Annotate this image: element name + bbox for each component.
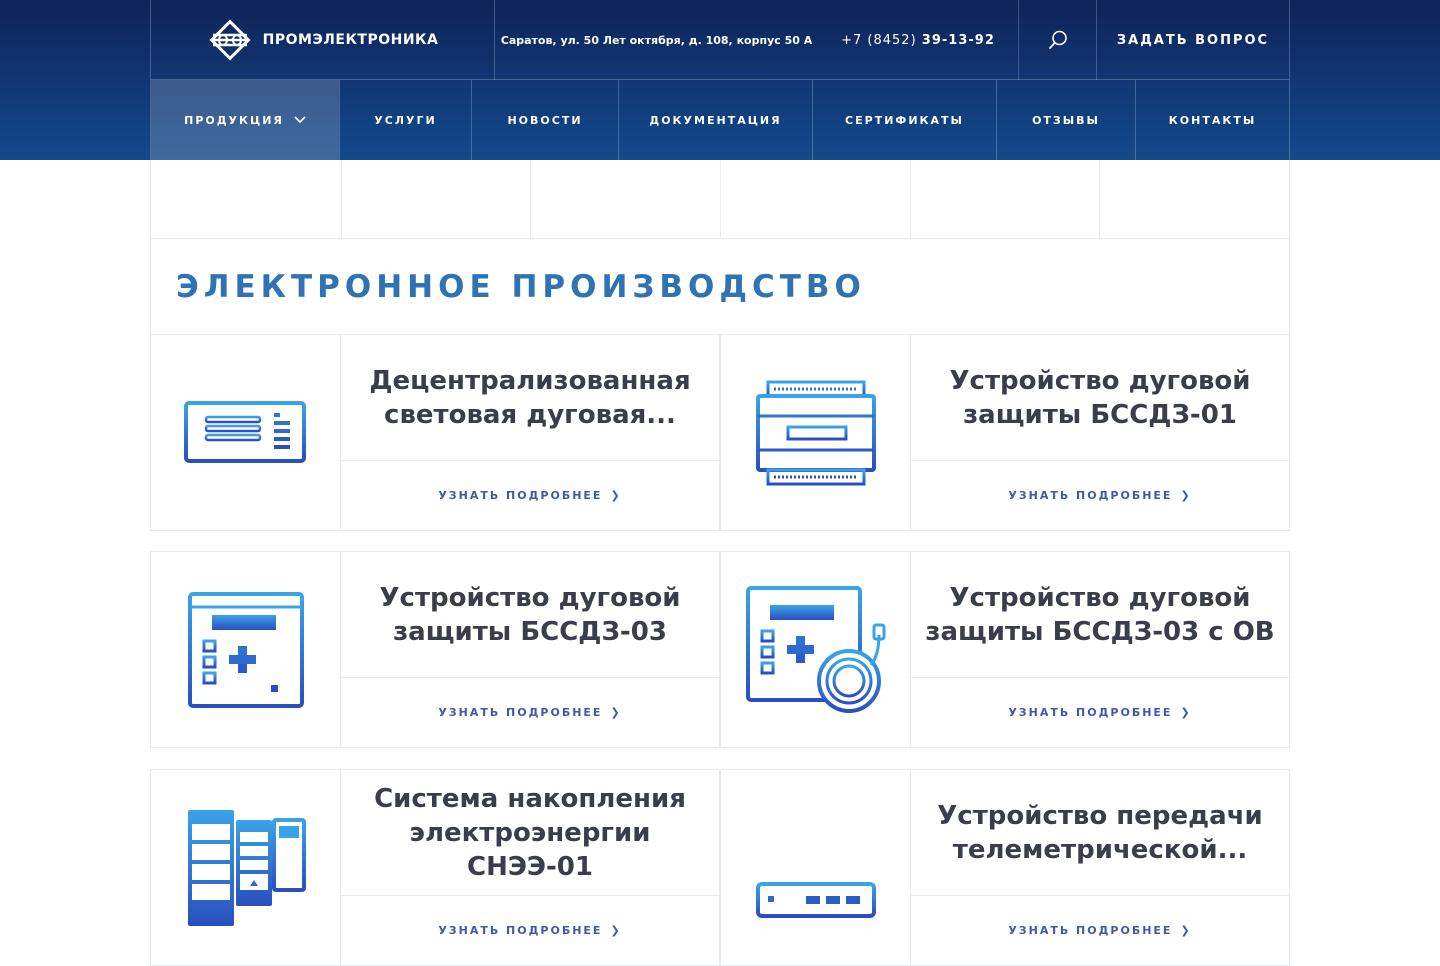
- header-inner: ПРОМЭЛЕКТРОНИКА Саратов, ул. 50 Лет октя…: [150, 0, 1290, 160]
- chevron-right-icon: ❯: [1180, 706, 1192, 719]
- nav-item-certificates[interactable]: СЕРТИФИКАТЫ: [812, 80, 996, 160]
- nav-item-reviews[interactable]: ОТЗЫВЫ: [996, 80, 1135, 160]
- product-image[interactable]: [721, 335, 911, 530]
- product-title-box: Устройство дуговой защиты БССДЗ-03 с ОВ: [911, 552, 1289, 678]
- product-image[interactable]: [151, 552, 341, 747]
- section-title: ЭЛЕКТРОННОЕ ПРОИЗВОДСТВО: [176, 269, 866, 305]
- learn-more-link[interactable]: УЗНАТЬ ПОДРОБНЕЕ ❯: [911, 461, 1289, 530]
- chevron-right-icon: ❯: [1180, 489, 1192, 502]
- learn-more-link[interactable]: УЗНАТЬ ПОДРОБНЕЕ ❯: [341, 461, 719, 530]
- din-rail-device-icon: [755, 380, 876, 485]
- learn-more-link[interactable]: УЗНАТЬ ПОДРОБНЕЕ ❯: [341, 896, 719, 965]
- product-card: Устройство дуговой защиты БССДЗ-03 УЗНАТ…: [150, 551, 720, 748]
- product-title-box: Устройство передачи телеметрической...: [911, 770, 1289, 896]
- search-icon: [1048, 30, 1067, 49]
- logo: ПРОМЭЛЕКТРОНИКА: [207, 17, 439, 63]
- product-title-box: Децентрализованная световая дуговая...: [341, 335, 719, 461]
- nav-item-news[interactable]: НОВОСТИ: [471, 80, 618, 160]
- product-title-box: Устройство дуговой защиты БССДЗ-03: [341, 552, 719, 678]
- product-image[interactable]: [151, 770, 341, 965]
- site-header: ПРОМЭЛЕКТРОНИКА Саратов, ул. 50 Лет октя…: [0, 0, 1440, 160]
- router-icon: [755, 817, 876, 918]
- product-image[interactable]: [721, 770, 911, 965]
- logo-link[interactable]: ПРОМЭЛЕКТРОНИКА: [151, 0, 494, 80]
- energy-storage-icon: [187, 809, 306, 926]
- learn-more-link[interactable]: УЗНАТЬ ПОДРОБНЕЕ ❯: [911, 896, 1289, 965]
- nav-item-documentation[interactable]: ДОКУМЕНТАЦИЯ: [618, 80, 812, 160]
- control-panel-icon: [187, 591, 304, 708]
- nav-item-contacts[interactable]: КОНТАКТЫ: [1135, 80, 1289, 160]
- header-top-row: ПРОМЭЛЕКТРОНИКА Саратов, ул. 50 Лет октя…: [151, 0, 1289, 80]
- grid-strip: [150, 160, 1290, 239]
- product-title[interactable]: Система накопления электроэнергии СНЭЭ-0…: [341, 782, 719, 884]
- learn-more-link[interactable]: УЗНАТЬ ПОДРОБНЕЕ ❯: [911, 678, 1289, 747]
- product-card: Устройство дуговой защиты БССДЗ-03 с ОВ …: [720, 551, 1290, 748]
- chevron-right-icon: ❯: [610, 489, 622, 502]
- product-card: Устройство дуговой защиты БССДЗ-01 УЗНАТ…: [720, 334, 1290, 531]
- nav-item-label: ПРОДУКЦИЯ: [184, 113, 284, 127]
- product-title[interactable]: Устройство дуговой защиты БССДЗ-01: [911, 364, 1289, 432]
- product-image[interactable]: [721, 552, 911, 747]
- address: Саратов, ул. 50 Лет октября, д. 108, кор…: [494, 0, 818, 80]
- learn-more-label: УЗНАТЬ ПОДРОБНЕЕ: [1008, 706, 1173, 719]
- ask-question-button[interactable]: ЗАДАТЬ ВОПРОС: [1097, 0, 1289, 80]
- nav-item-products[interactable]: ПРОДУКЦИЯ: [151, 80, 339, 160]
- phone-number: 39-13-92: [921, 32, 995, 48]
- main-nav: ПРОДУКЦИЯ УСЛУГИ НОВОСТИ ДОКУМЕНТАЦИЯ СЕ…: [151, 80, 1289, 160]
- product-title-box: Система накопления электроэнергии СНЭЭ-0…: [341, 770, 719, 896]
- phone-prefix: +7 (8452): [841, 32, 917, 48]
- control-panel-fiber-icon: [745, 585, 885, 713]
- chevron-right-icon: ❯: [610, 706, 622, 719]
- logo-text: ПРОМЭЛЕКТРОНИКА: [262, 32, 439, 48]
- nav-item-services[interactable]: УСЛУГИ: [339, 80, 471, 160]
- product-image[interactable]: [151, 335, 341, 530]
- section-header: ЭЛЕКТРОННОЕ ПРОИЗВОДСТВО: [150, 239, 1290, 335]
- product-title[interactable]: Устройство дуговой защиты БССДЗ-03 с ОВ: [911, 581, 1289, 649]
- panel-device-icon: [183, 400, 306, 463]
- learn-more-label: УЗНАТЬ ПОДРОБНЕЕ: [1008, 924, 1173, 937]
- product-card: Система накопления электроэнергии СНЭЭ-0…: [150, 769, 720, 966]
- learn-more-label: УЗНАТЬ ПОДРОБНЕЕ: [1008, 489, 1173, 502]
- product-title-box: Устройство дуговой защиты БССДЗ-01: [911, 335, 1289, 461]
- learn-more-label: УЗНАТЬ ПОДРОБНЕЕ: [438, 924, 603, 937]
- search-button[interactable]: [1018, 0, 1097, 80]
- product-title[interactable]: Децентрализованная световая дуговая...: [341, 364, 719, 432]
- product-title[interactable]: Устройство дуговой защиты БССДЗ-03: [341, 581, 719, 649]
- learn-more-link[interactable]: УЗНАТЬ ПОДРОБНЕЕ ❯: [341, 678, 719, 747]
- phone-link[interactable]: +7 (8452) 39-13-92: [818, 0, 1018, 80]
- product-title[interactable]: Устройство передачи телеметрической...: [911, 799, 1289, 867]
- learn-more-label: УЗНАТЬ ПОДРОБНЕЕ: [438, 706, 603, 719]
- chevron-right-icon: ❯: [610, 924, 622, 937]
- learn-more-label: УЗНАТЬ ПОДРОБНЕЕ: [438, 489, 603, 502]
- chevron-down-icon: [294, 116, 306, 124]
- chevron-right-icon: ❯: [1180, 924, 1192, 937]
- product-card: Устройство передачи телеметрической... У…: [720, 769, 1290, 966]
- product-card: Децентрализованная световая дуговая... У…: [150, 334, 720, 531]
- logo-icon: [209, 19, 251, 61]
